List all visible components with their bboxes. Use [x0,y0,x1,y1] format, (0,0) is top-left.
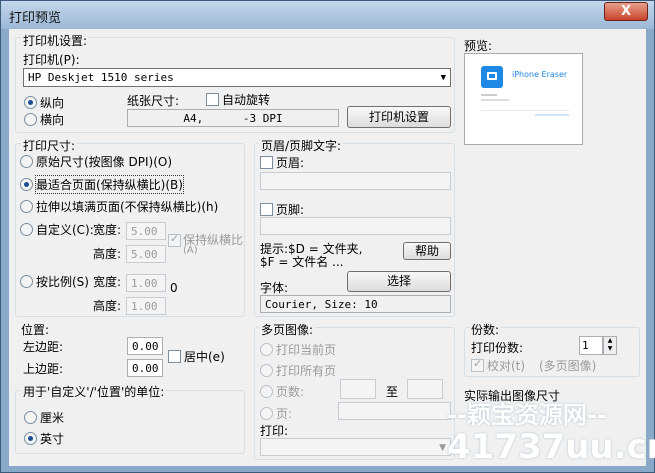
paper-size-label: 纸张尺寸: [127,94,180,108]
portrait-radio[interactable] [24,96,37,109]
top-margin-label: 上边距: [23,362,64,376]
width-input[interactable]: 5.00 [126,222,166,240]
title-bar: 打印预览 X [1,1,654,29]
to-label: 至 [386,385,399,399]
scale-label: 按比例(S) [36,275,89,289]
auto-rotate-label: 自动旋转 [222,93,271,107]
hint-line-2: $F = 文件名 ... [260,255,344,269]
window-title: 打印预览 [9,11,62,26]
font-value: Courier, Size: 10 [260,295,451,313]
printer-select-value: HP Deskjet 1510 series [28,71,174,84]
printer-select[interactable]: HP Deskjet 1510 series ▼ [23,68,451,87]
page-from-input[interactable] [340,379,376,399]
watermark-line-2: 41737uu.cn [447,427,655,467]
help-button[interactable]: 帮助 [403,242,451,260]
preview-line [481,99,509,101]
preview-line [481,94,497,96]
preview-page-title: iPhone Eraser [512,70,568,79]
left-margin-label: 左边距: [23,340,64,354]
zero-text: 0 [170,281,178,295]
top-margin-input[interactable]: 0.00 [127,359,163,377]
print-current-radio[interactable] [260,343,273,356]
custom-radio[interactable] [20,223,33,236]
stretch-radio[interactable] [20,200,33,213]
landscape-label: 横向 [40,113,65,127]
original-size-radio[interactable] [20,155,33,168]
scale-width-label: 宽度: [93,275,122,289]
copies-count-label: 打印份数: [471,341,524,355]
fit-page-label: 最适合页面(保持纵横比)(B) [35,175,184,194]
header-footer-label: 页眉/页脚文字: [259,137,344,154]
preview-page: iPhone Eraser [464,53,583,145]
printer-label: 打印机(P): [23,53,80,67]
footer-label: 页脚: [276,203,305,217]
scale-radio[interactable] [20,275,33,288]
printer-settings-label: 打印机设置: [21,32,90,49]
width-label: 宽度: [93,223,122,237]
page-input[interactable] [338,402,451,420]
pages-radio[interactable] [260,385,273,398]
cm-label: 厘米 [40,411,65,425]
collate-note: (多页图像) [539,359,597,373]
watermark-line-1: --颖宝资源网-- [447,401,607,429]
position-label: 位置: [21,323,50,337]
scale-width-input[interactable]: 1.00 [126,274,166,292]
print-all-label: 打印所有页 [276,364,337,378]
scale-height-input[interactable]: 1.00 [126,297,166,315]
footer-checkbox[interactable] [260,203,273,216]
font-label: 字体: [260,281,289,295]
left-margin-input[interactable]: 0.00 [127,337,163,355]
header-input[interactable] [260,172,451,190]
eraser-icon [487,72,497,80]
custom-label: 自定义(C): [36,223,94,237]
preview-line [535,114,569,116]
print-size-label: 打印尺寸: [21,137,78,154]
multipage-label: 多页图像: [259,321,316,338]
header-label: 页眉: [276,156,305,170]
copies-spinner[interactable]: ▲ ▼ [603,336,617,355]
pages-label: 页数: [276,385,305,399]
portrait-label: 纵向 [40,96,65,110]
stretch-label: 拉伸以填满页面(不保持纵横比)(h) [36,200,219,214]
choose-font-button[interactable]: 选择 [347,271,451,292]
cm-radio[interactable] [24,411,37,424]
collate-checkbox[interactable] [471,357,484,372]
print-current-label: 打印当前页 [276,343,337,357]
collate-label: 校对(t) [487,359,526,373]
original-size-label: 原始尺寸(按图像 DPI)(O) [36,155,173,169]
fit-page-radio[interactable] [20,178,33,191]
print-all-radio[interactable] [260,364,273,377]
keep-aspect-key: (A) [183,245,198,256]
app-logo-icon [481,66,503,88]
close-button[interactable]: X [604,2,648,21]
preview-divider [481,110,569,111]
center-checkbox[interactable] [168,350,181,363]
height-input[interactable]: 5.00 [126,245,166,263]
chevron-down-icon[interactable]: ▼ [441,70,446,87]
height-label: 高度: [93,247,122,261]
print-select[interactable]: ▼ [260,438,451,456]
print-label: 打印: [260,424,289,438]
print-preview-window: 打印预览 X 打印机设置: 打印机(P): HP Deskjet 1510 se… [0,0,655,473]
inch-radio[interactable] [24,432,37,445]
scale-height-label: 高度: [93,299,122,313]
paper-size-value: A4, -3 DPI [127,109,339,127]
preview-label: 预览: [464,39,493,53]
header-checkbox[interactable] [260,156,273,169]
chevron-down-icon[interactable]: ▼ [439,440,446,457]
copies-label: 份数: [469,321,502,338]
units-label: 用于'自定义'/'位置'的单位: [21,383,167,400]
page-to-input[interactable] [407,379,443,399]
keep-aspect-checkbox[interactable] [168,232,181,247]
page-radio[interactable] [260,407,273,420]
footer-input[interactable] [260,217,451,235]
copies-input[interactable]: 1 [579,336,603,355]
auto-rotate-checkbox[interactable] [206,93,219,106]
inch-label: 英寸 [40,432,65,446]
printer-settings-button[interactable]: 打印机设置 [347,106,451,128]
page-label: 页: [276,407,293,421]
landscape-radio[interactable] [24,113,37,126]
center-label: 居中(e) [184,350,225,364]
